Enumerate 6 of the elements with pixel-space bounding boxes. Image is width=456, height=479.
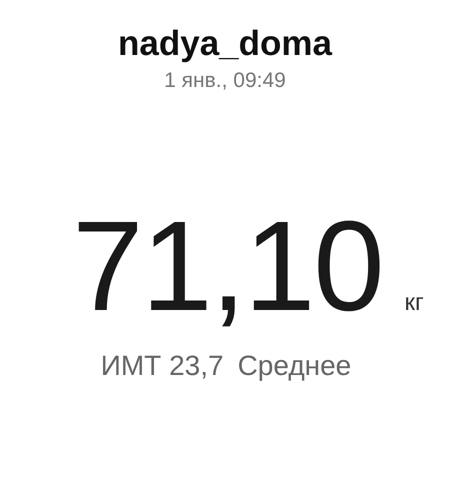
bmi-category: Среднее xyxy=(238,350,352,382)
date-time: 1 янв., 09:49 xyxy=(164,68,286,94)
weight-unit: кг xyxy=(404,289,424,317)
weight-value: 71,10 xyxy=(72,202,383,332)
username: nadya_doma xyxy=(118,23,332,65)
bmi-value: ИМТ 23,7 xyxy=(100,350,224,382)
